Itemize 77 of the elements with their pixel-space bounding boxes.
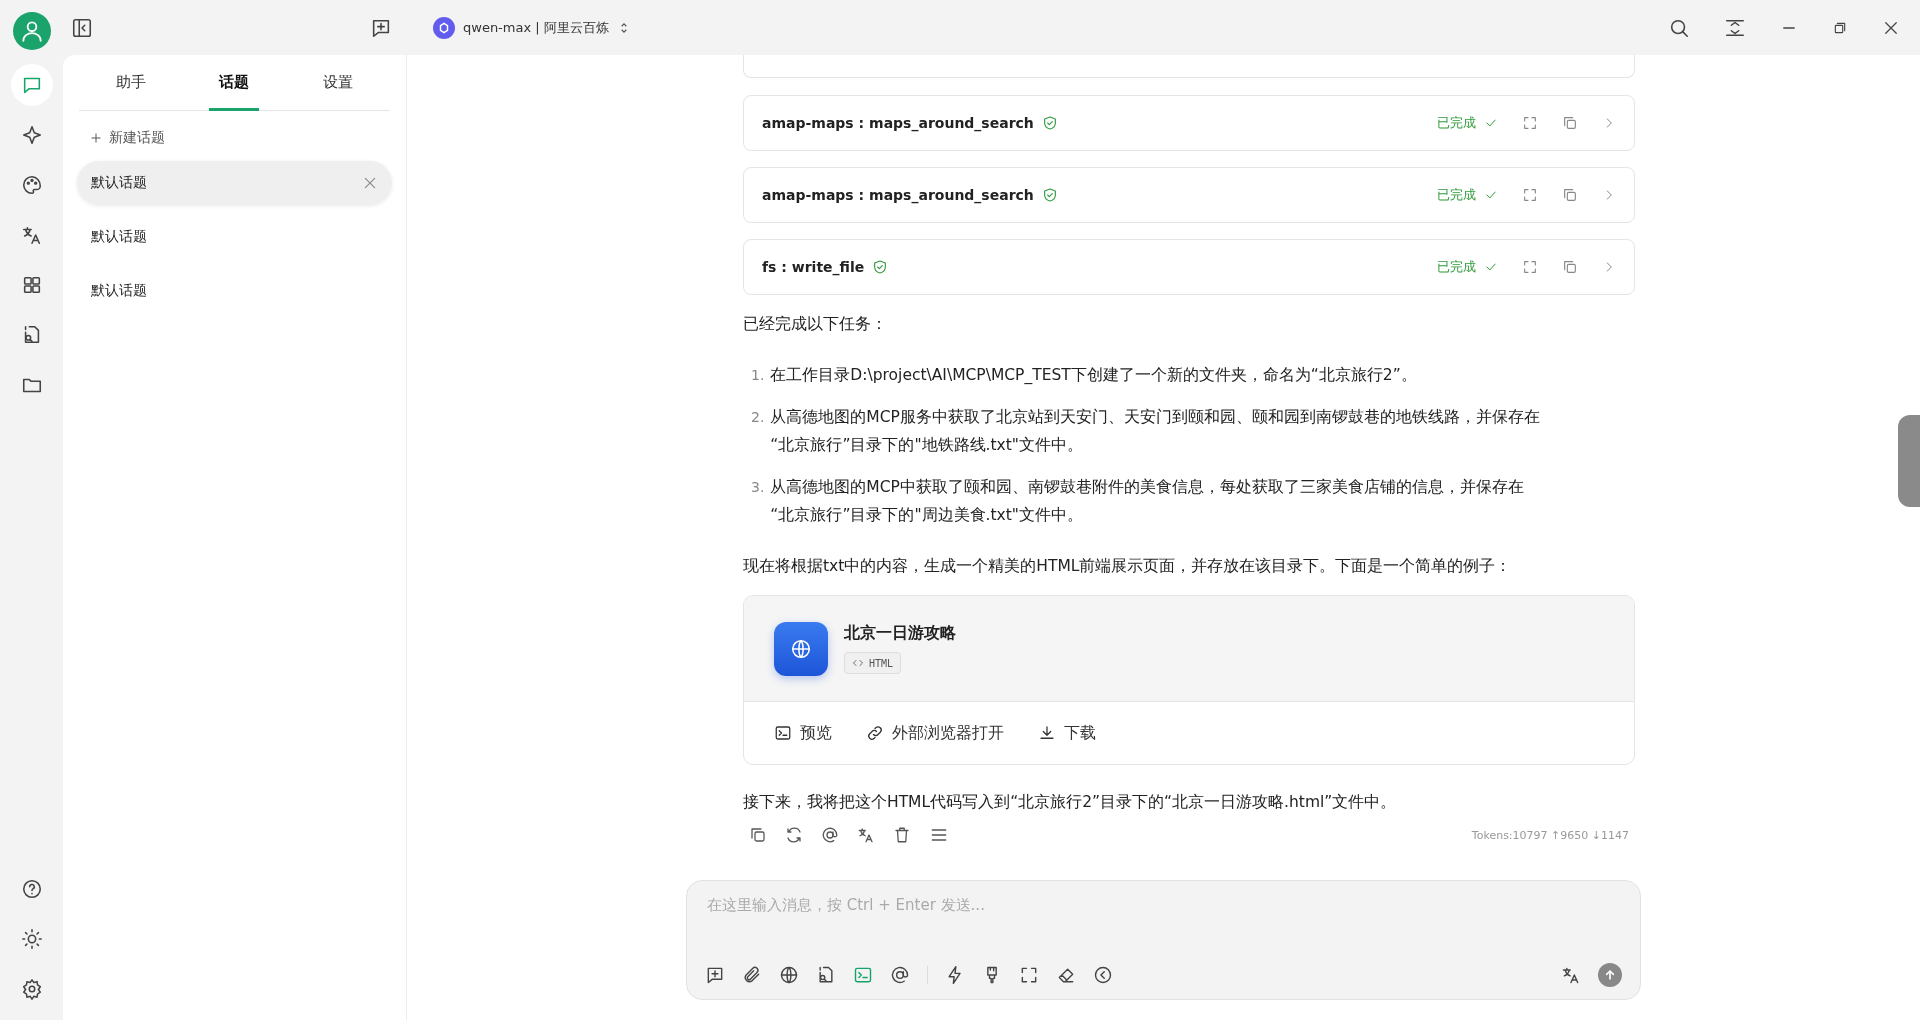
topic-title: 默认话题 <box>91 228 148 246</box>
copy-icon[interactable] <box>749 826 767 844</box>
list-item-text: 在工作目录D:\project\AI\MCP\MCP_TEST下创建了一个新的文件夹，命名为“北京旅行2”。 <box>770 365 1417 386</box>
terminal-icon[interactable] <box>853 965 873 985</box>
translate-icon <box>20 224 43 246</box>
tab[interactable]: 设置 <box>313 55 364 111</box>
tool-name: amap-maps : maps_around_search <box>762 187 1034 203</box>
settings-icon <box>20 978 43 1000</box>
message-text: 已经完成以下任务： <box>743 314 888 335</box>
help-icon <box>20 878 43 900</box>
chat-nav-button[interactable] <box>10 64 53 106</box>
list-number: 3. <box>751 478 765 497</box>
new-topic-icon[interactable] <box>705 965 725 985</box>
shield-check-icon <box>1041 187 1058 203</box>
list-item-text: 从高德地图的MCP服务中获取了北京站到天安门、天安门到颐和园、颐和园到南锣鼓巷的地铁线路，并保存在 <box>770 407 1540 428</box>
copy-icon[interactable] <box>1562 259 1578 275</box>
tool-call-card[interactable]: fs : write_file 已完成 <box>743 239 1635 295</box>
back-icon[interactable] <box>1093 965 1113 985</box>
status-label: 已完成 <box>1437 186 1476 204</box>
palette-icon <box>20 174 43 196</box>
message-input-field[interactable]: 在这里输入消息，按 Ctrl + Enter 发送... <box>705 895 1622 915</box>
tab[interactable]: 话题 <box>209 55 260 111</box>
code-icon <box>852 657 864 669</box>
topic-item[interactable]: 默认话题 <box>77 161 392 205</box>
status-label: 已完成 <box>1437 114 1476 132</box>
shield-check-icon <box>1041 115 1058 131</box>
terminal-icon <box>774 724 792 742</box>
artifact-action-button[interactable]: 外部浏览器打开 <box>860 721 1010 745</box>
tool-name: fs : write_file <box>762 259 865 275</box>
download-icon <box>1038 724 1056 742</box>
translate-icon[interactable] <box>1561 965 1581 985</box>
topic-title: 默认话题 <box>91 174 148 192</box>
tool-name: amap-maps : maps_around_search <box>762 115 1034 131</box>
eraser-icon[interactable] <box>1056 965 1076 985</box>
document-search-icon[interactable] <box>816 965 836 985</box>
fullscreen-icon[interactable] <box>1019 965 1039 985</box>
user-avatar[interactable] <box>12 12 51 50</box>
scroll-handle[interactable] <box>1898 415 1920 507</box>
model-selector[interactable]: qwen-max | 阿里云百炼 <box>427 15 637 40</box>
shield-check-icon <box>872 259 889 275</box>
model-logo-icon <box>433 16 455 39</box>
translate-icon[interactable] <box>857 826 875 844</box>
copy-icon[interactable] <box>1562 115 1578 131</box>
list-number: 1. <box>751 366 765 385</box>
sparkle-icon <box>20 124 43 146</box>
file-type-tag: HTML <box>844 652 902 674</box>
trash-icon[interactable] <box>893 826 911 844</box>
message-text: 现在将根据txt中的内容，生成一个精美的HTML前端展示页面，并存放在该目录下。下面是一个简单的例子： <box>743 556 1513 577</box>
list-number: 2. <box>751 408 765 427</box>
sun-icon <box>20 928 43 950</box>
artifact-title: 北京一日游攻略 <box>844 623 956 644</box>
tool-call-card[interactable]: amap-maps : maps_around_search 已完成 <box>743 95 1635 151</box>
copy-icon[interactable] <box>1562 187 1578 203</box>
mention-icon[interactable] <box>890 965 910 985</box>
sidebar-toggle-icon[interactable] <box>71 16 93 39</box>
list-item-text: “北京旅行”目录下的"周边美食.txt"文件中。 <box>770 505 1084 526</box>
topic-item[interactable]: 默认话题 <box>77 269 392 313</box>
link-icon <box>866 724 884 742</box>
topic-title: 默认话题 <box>91 282 148 300</box>
artifact-action-button[interactable]: 预览 <box>768 721 838 745</box>
status-label: 已完成 <box>1437 258 1476 276</box>
mention-icon[interactable] <box>821 826 839 844</box>
token-count: Tokens:10797 ↑9650 ↓1147 <box>1471 828 1630 842</box>
refresh-icon[interactable] <box>785 826 803 844</box>
artifact-action-button[interactable]: 下载 <box>1032 721 1102 745</box>
paperclip-icon[interactable] <box>742 965 762 985</box>
send-button[interactable] <box>1598 963 1622 987</box>
globe-icon[interactable] <box>779 965 799 985</box>
message-text: 接下来，我将把这个HTML代码写入到“北京旅行2”目录下的“北京一日游攻略.html”文件中。 <box>743 792 1398 813</box>
tool-call-card[interactable]: amap-maps : maps_around_search 已完成 <box>743 167 1635 223</box>
new-topic-button[interactable]: 新建话题 <box>77 111 177 161</box>
topic-item[interactable]: 默认话题 <box>77 215 392 259</box>
plus-icon <box>89 131 103 145</box>
tab[interactable]: 助手 <box>105 55 156 111</box>
list-item-text: “北京旅行”目录下的"地铁路线.txt"文件中。 <box>770 435 1084 456</box>
list-item-text: 从高德地图的MCP中获取了颐和园、南锣鼓巷附件的美食信息，每处获取了三家美食店铺的信息，并保存在 <box>770 477 1524 498</box>
globe-icon <box>790 637 812 660</box>
